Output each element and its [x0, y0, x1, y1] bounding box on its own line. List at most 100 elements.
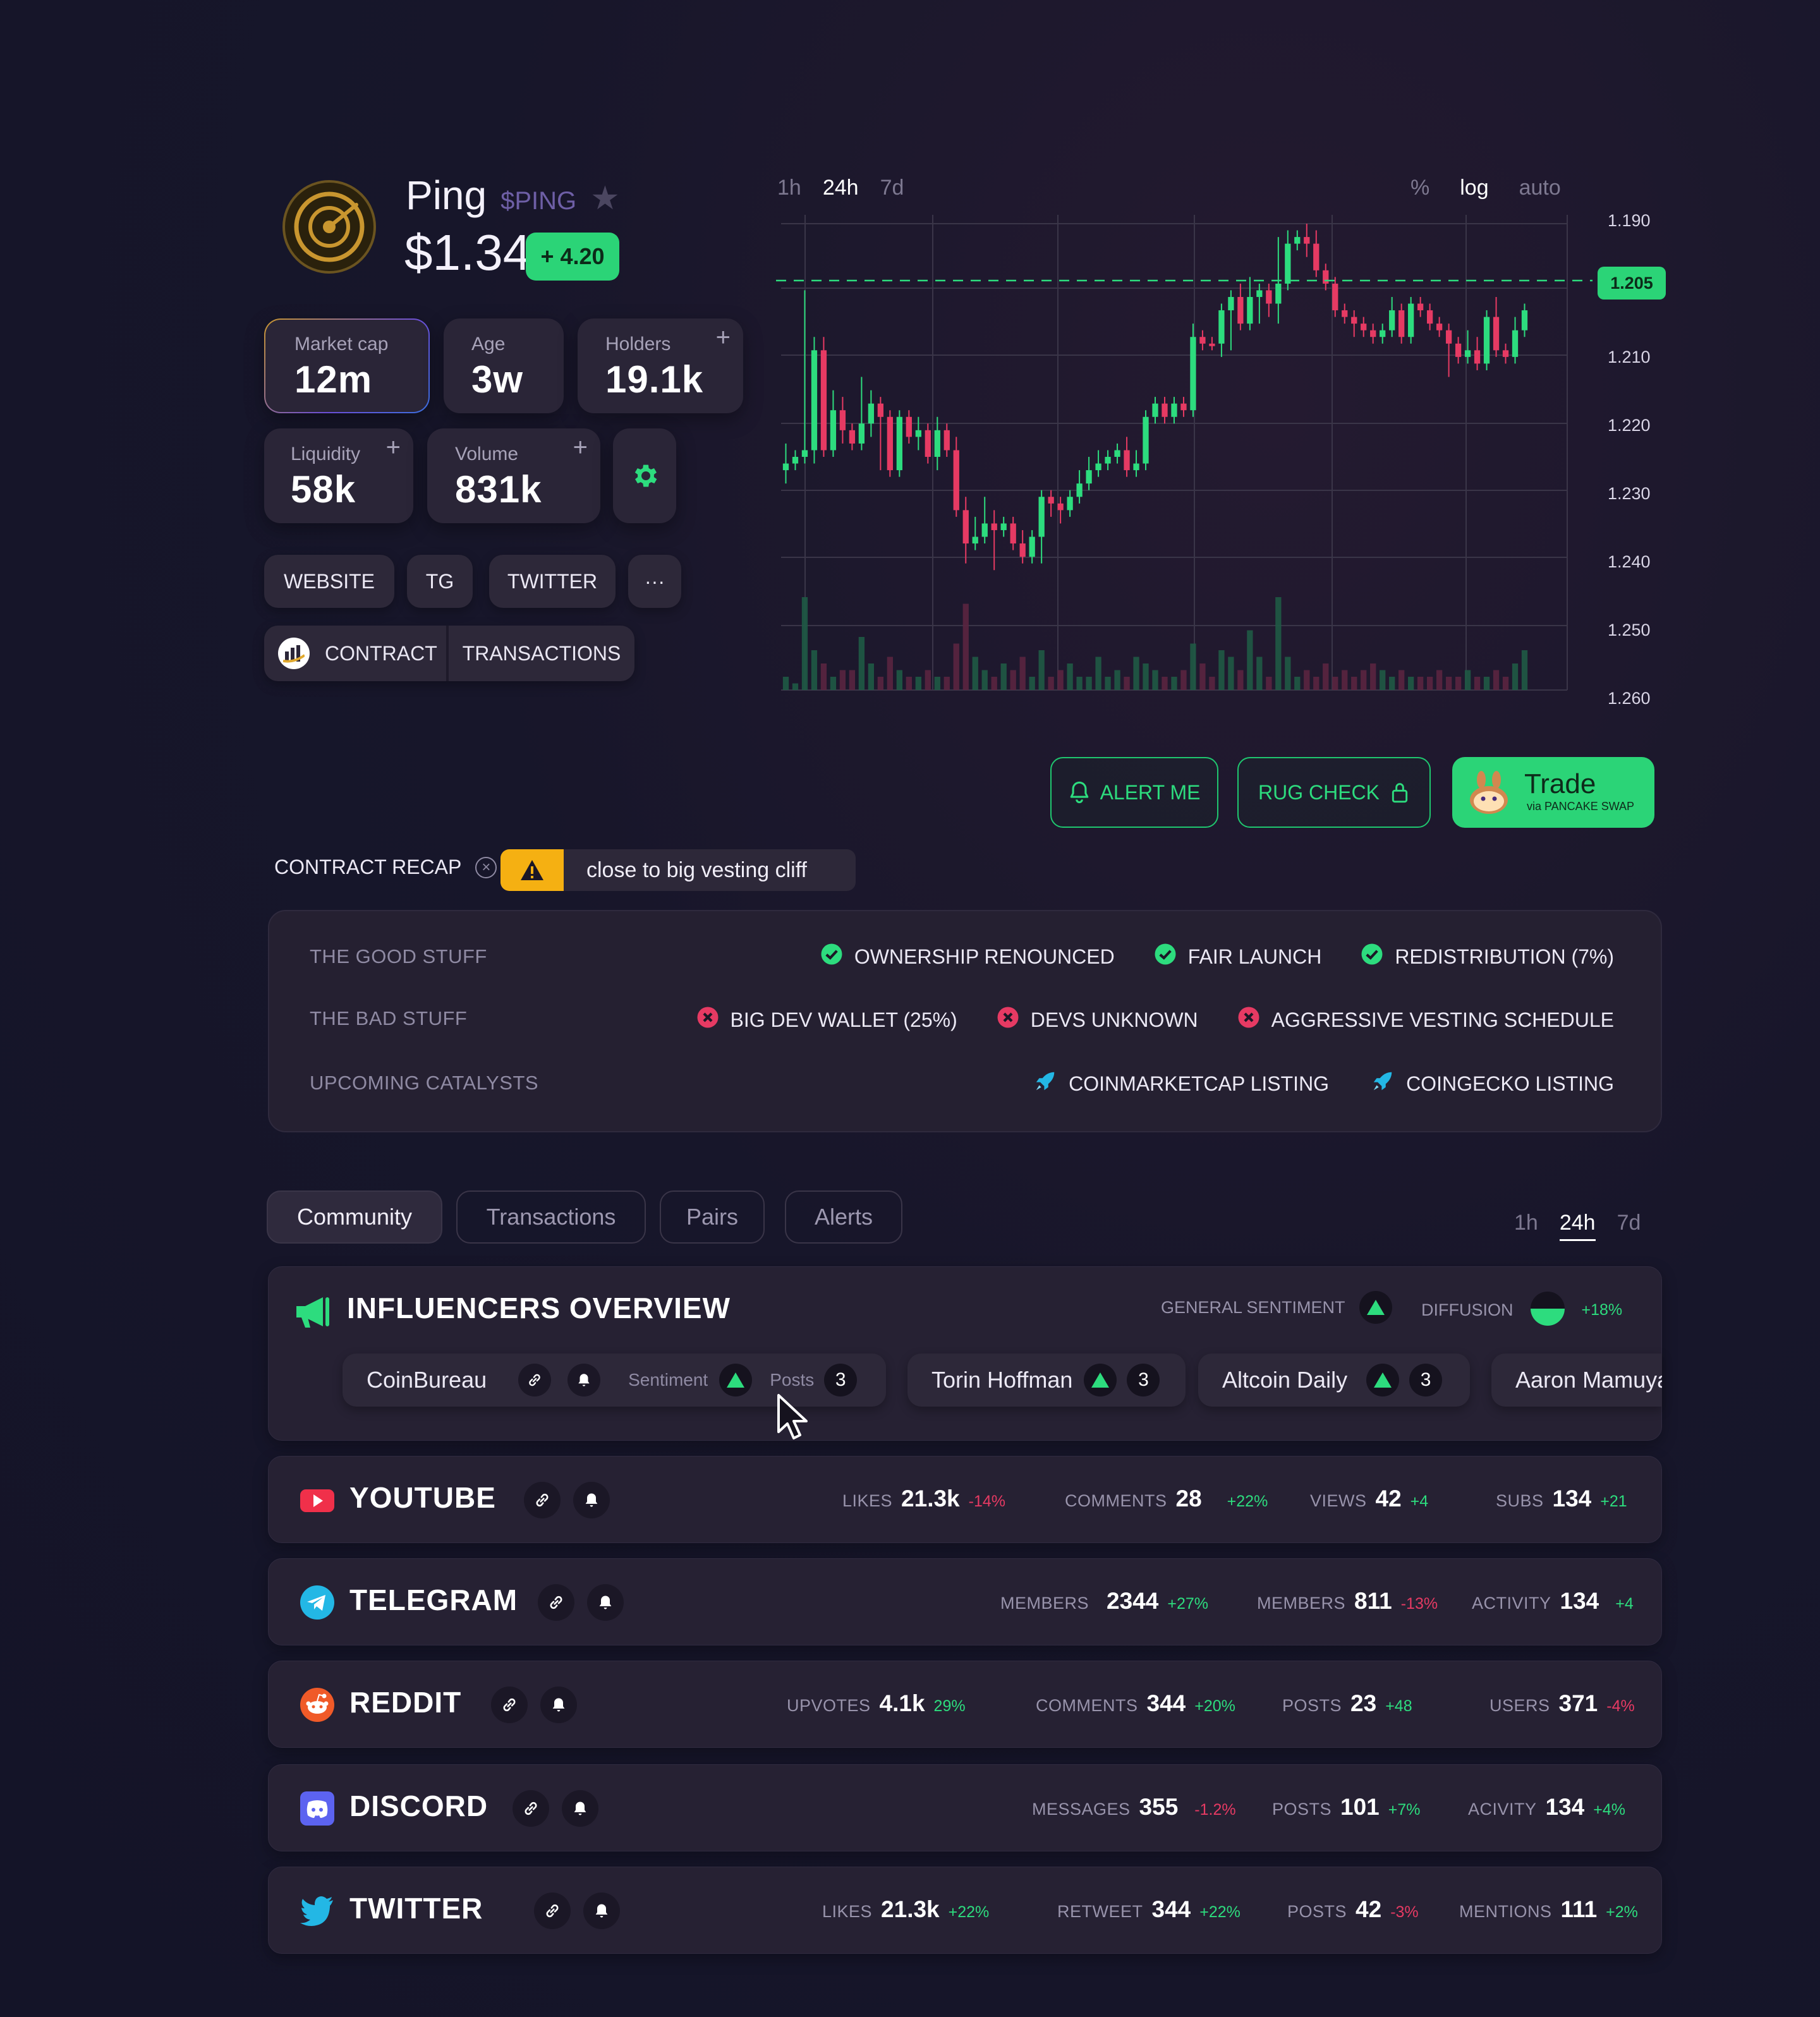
rug-check-button[interactable]: RUG CHECK [1237, 757, 1431, 828]
volume-bar [1294, 677, 1301, 690]
metric-value: 2344 [1107, 1588, 1159, 1614]
star-icon[interactable]: ★ [590, 179, 620, 217]
link-button[interactable] [538, 1584, 574, 1621]
volume-bar [1417, 677, 1424, 690]
timeframe-24h[interactable]: 24h [823, 176, 859, 200]
timeframe-7d[interactable]: 7d [880, 176, 904, 200]
link-button[interactable] [518, 1364, 552, 1396]
close-circle-icon[interactable]: × [475, 856, 497, 878]
candle-body [1332, 283, 1338, 311]
stat-label: Market cap [294, 334, 389, 354]
notify-button[interactable] [573, 1482, 610, 1518]
candle-body [1218, 310, 1225, 344]
tab-pairs[interactable]: Pairs [660, 1190, 765, 1244]
metric-delta: +22% [948, 1903, 990, 1921]
link-button[interactable] [513, 1790, 549, 1827]
warning-banner[interactable]: close to big vesting cliff [500, 849, 856, 891]
stat-volume[interactable]: + Volume 831k [427, 428, 600, 523]
candle-body [1162, 403, 1168, 417]
website-link[interactable]: WEBSITE [264, 555, 394, 608]
social-name: DISCORD [349, 1790, 488, 1822]
notify-button[interactable] [587, 1584, 624, 1621]
posts-count: 3 [824, 1364, 858, 1396]
timeframe-1h[interactable]: 1h [1514, 1211, 1538, 1241]
influencer-chip[interactable]: Torin Hoffman 3 [907, 1354, 1186, 1407]
timeframe-7d[interactable]: 7d [1617, 1211, 1641, 1241]
notify-button[interactable] [583, 1893, 620, 1929]
social-row-telegram[interactable]: TELEGRAM MEMBERS 2344 +27% MEMBERS 811 -13% … [268, 1558, 1662, 1645]
stat-market-cap[interactable]: Market cap 12m [264, 318, 430, 413]
good-item-label: OWNERSHIP RENOUNCED [854, 945, 1115, 968]
tab-community[interactable]: Community [267, 1190, 442, 1244]
candle-body [801, 450, 808, 457]
plus-icon[interactable]: + [716, 324, 731, 352]
candlestick-chart[interactable] [771, 215, 1592, 708]
recap-panel: THE GOOD STUFF THE BAD STUFF UPCOMING CA… [268, 910, 1662, 1132]
metric-label: SUBS [1496, 1491, 1544, 1510]
candle-body [991, 523, 997, 530]
notify-button[interactable] [562, 1790, 598, 1827]
link-button[interactable] [534, 1893, 571, 1929]
good-items: OWNERSHIP RENOUNCED FAIR LAUNCH REDISTRI… [820, 943, 1614, 971]
scale-auto[interactable]: auto [1519, 176, 1561, 200]
scale-log[interactable]: log [1460, 176, 1488, 200]
metric-value: 344 [1151, 1896, 1191, 1922]
metric: MENTIONS 111 +2% [1459, 1896, 1638, 1923]
social-row-discord[interactable]: DISCORD MESSAGES 355 -1.2% POSTS 101 +7% ACI… [268, 1764, 1662, 1851]
good-item: OWNERSHIP RENOUNCED [820, 943, 1115, 971]
plus-icon[interactable]: + [573, 433, 588, 462]
y-tick-label: 1.220 [1608, 416, 1651, 435]
plus-icon[interactable]: + [386, 433, 401, 462]
social-row-reddit[interactable]: REDDIT UPVOTES 4.1k 29% COMMENTS 344 +20% PO… [268, 1661, 1662, 1748]
good-item-label: REDISTRIBUTION (7%) [1395, 945, 1614, 968]
candle-body [1351, 317, 1357, 324]
stat-liquidity[interactable]: + Liquidity 58k [264, 428, 413, 523]
volume-bar [1199, 663, 1206, 690]
volume-bar [1493, 670, 1500, 690]
notify-button[interactable] [567, 1364, 601, 1396]
lock-icon [1392, 783, 1408, 803]
candle-body [811, 350, 818, 451]
candle-body [953, 450, 959, 511]
social-row-youtube[interactable]: YOUTUBE LIKES 21.3k -14% COMMENTS 28 +22% VI… [268, 1456, 1662, 1543]
influencer-chip[interactable]: Altcoin Daily 3 [1198, 1354, 1470, 1407]
candle-body [1370, 330, 1376, 337]
link-button[interactable] [524, 1482, 561, 1518]
volume-bar [868, 663, 875, 690]
transactions-link[interactable]: TRANSACTIONS [449, 626, 634, 681]
trade-button[interactable]: Trade via PANCAKE SWAP [1452, 757, 1654, 828]
token-logo [282, 179, 377, 274]
bell-icon [578, 1374, 590, 1386]
stat-label: Volume [455, 444, 519, 464]
more-button[interactable]: ··· [628, 555, 681, 608]
timeframe-24h[interactable]: 24h [1559, 1211, 1596, 1241]
timeframe-1h[interactable]: 1h [777, 176, 801, 200]
stat-age[interactable]: Age 3w [444, 318, 564, 413]
metric: MEMBERS 811 -13% [1257, 1588, 1438, 1614]
contract-link[interactable]: CONTRACT [264, 626, 446, 681]
influencer-chip[interactable]: Aaron Mamuya [1491, 1354, 1662, 1407]
tab-alerts[interactable]: Alerts [785, 1190, 902, 1244]
volume-bar [906, 677, 912, 690]
bell-icon [595, 1904, 608, 1918]
stat-holders[interactable]: + Holders 19.1k [578, 318, 743, 413]
volume-bar [1512, 663, 1519, 690]
metric-label: VIEWS [1310, 1491, 1367, 1510]
sentiment-up-icon [1366, 1364, 1400, 1396]
volume-bar [1361, 670, 1367, 690]
alert-me-button[interactable]: ALERT ME [1050, 757, 1218, 828]
tg-link[interactable]: TG [407, 555, 473, 608]
scale-percent[interactable]: % [1410, 176, 1429, 200]
volume-bar [1266, 677, 1272, 690]
sentiment-up-icon [1359, 1291, 1392, 1324]
twitter-link[interactable]: TWITTER [489, 555, 616, 608]
social-row-twitter[interactable]: TWITTER LIKES 21.3k +22% RETWEET 344 +22% PO… [268, 1867, 1662, 1954]
candle-body [858, 423, 865, 444]
candle-body [1247, 296, 1253, 324]
notify-button[interactable] [540, 1687, 577, 1723]
settings-button[interactable] [613, 428, 676, 523]
candle-body [887, 416, 894, 471]
link-button[interactable] [491, 1687, 528, 1723]
tab-transactions[interactable]: Transactions [456, 1190, 646, 1244]
metric-delta: +48 [1385, 1697, 1412, 1715]
